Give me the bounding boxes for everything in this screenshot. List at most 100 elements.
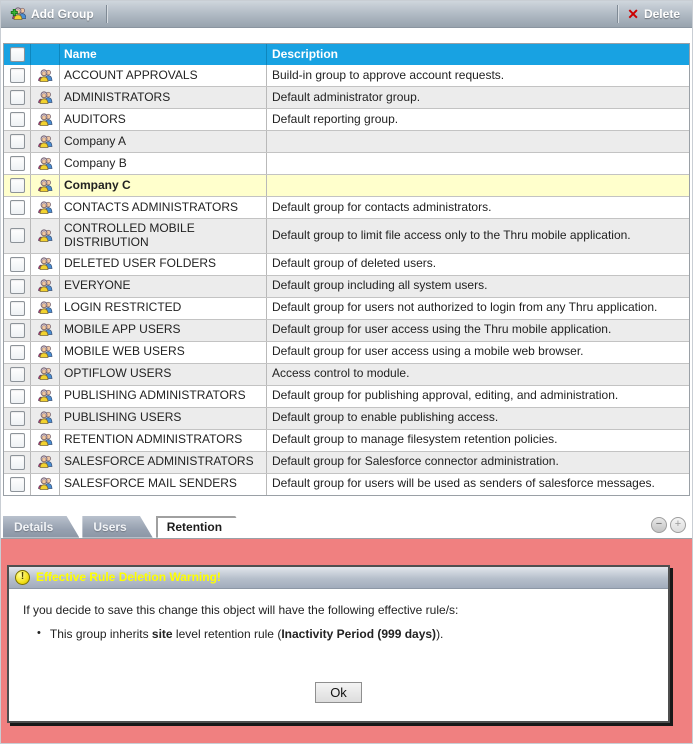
table-row[interactable]: AUDITORS Default reporting group. [4,108,689,130]
table-row[interactable]: Company C [4,174,689,196]
row-name[interactable]: AUDITORS [60,109,267,130]
group-users-icon [37,68,54,84]
select-all-checkbox[interactable] [10,47,25,62]
row-name[interactable]: ADMINISTRATORS [60,87,267,108]
table-row[interactable]: MOBILE WEB USERS Default group for user … [4,341,689,363]
row-description: Default reporting group. [267,109,689,130]
tab-retention[interactable]: Retention [156,516,248,538]
table-row[interactable]: Company B [4,152,689,174]
table-row[interactable]: MOBILE APP USERS Default group for user … [4,319,689,341]
row-checkbox[interactable] [10,345,25,360]
row-icon-cell [31,342,60,363]
row-description: Default group to enable publishing acces… [267,408,689,429]
row-checkbox-cell [4,320,31,341]
dialog-title: Effective Rule Deletion Warning! [36,570,221,584]
row-name[interactable]: PUBLISHING USERS [60,408,267,429]
row-checkbox[interactable] [10,257,25,272]
row-name[interactable]: OPTIFLOW USERS [60,364,267,385]
row-checkbox[interactable] [10,433,25,448]
row-checkbox[interactable] [10,68,25,83]
detail-tabbar: Details Users Retention − + [1,515,692,538]
table-row[interactable]: CONTROLLED MOBILE DISTRIBUTION Default g… [4,218,689,253]
row-checkbox-cell [4,65,31,86]
table-row[interactable]: SALESFORCE ADMINISTRATORS Default group … [4,451,689,473]
toolbar: Add Group ✕ Delete [1,1,692,28]
table-row[interactable]: RETENTION ADMINISTRATORS Default group t… [4,429,689,451]
row-checkbox[interactable] [10,367,25,382]
group-users-icon [37,200,54,216]
row-name[interactable]: RETENTION ADMINISTRATORS [60,430,267,451]
row-name[interactable]: Company B [60,153,267,174]
table-row[interactable]: OPTIFLOW USERS Access control to module. [4,363,689,385]
row-name[interactable]: Company A [60,131,267,152]
bullet-icon: • [37,627,41,641]
row-checkbox[interactable] [10,389,25,404]
row-name[interactable]: CONTROLLED MOBILE DISTRIBUTION [60,219,267,253]
table-row[interactable]: EVERYONE Default group including all sys… [4,275,689,297]
row-checkbox[interactable] [10,90,25,105]
row-checkbox-cell [4,254,31,275]
header-description[interactable]: Description [267,44,689,65]
row-checkbox-cell [4,276,31,297]
row-name[interactable]: MOBILE APP USERS [60,320,267,341]
row-checkbox[interactable] [10,156,25,171]
row-checkbox[interactable] [10,411,25,426]
table-row[interactable]: SALESFORCE MAIL SENDERS Default group fo… [4,473,689,495]
row-checkbox[interactable] [10,477,25,492]
row-name[interactable]: Company C [60,175,267,196]
row-name[interactable]: SALESFORCE ADMINISTRATORS [60,452,267,473]
row-description [267,131,689,152]
row-icon-cell [31,219,60,253]
tab-users[interactable]: Users [82,516,152,538]
warning-icon: ! [15,570,30,585]
row-icon-cell [31,175,60,196]
row-description: Default group to manage filesystem reten… [267,430,689,451]
row-checkbox[interactable] [10,200,25,215]
row-name[interactable]: ACCOUNT APPROVALS [60,65,267,86]
row-checkbox-cell [4,474,31,495]
dialog-titlebar: ! Effective Rule Deletion Warning! [9,567,668,589]
row-name[interactable]: DELETED USER FOLDERS [60,254,267,275]
table-row[interactable]: ACCOUNT APPROVALS Build-in group to appr… [4,65,689,86]
row-checkbox[interactable] [10,279,25,294]
row-name[interactable]: EVERYONE [60,276,267,297]
row-checkbox[interactable] [10,112,25,127]
row-checkbox-cell [4,153,31,174]
row-checkbox-cell [4,175,31,196]
row-checkbox[interactable] [10,455,25,470]
row-checkbox-cell [4,197,31,218]
row-description: Default group to limit file access only … [267,219,689,253]
minus-circle-icon[interactable]: − [651,517,667,533]
row-checkbox[interactable] [10,323,25,338]
plus-circle-icon[interactable]: + [670,517,686,533]
row-checkbox[interactable] [10,228,25,243]
table-row[interactable]: CONTACTS ADMINISTRATORS Default group fo… [4,196,689,218]
row-name[interactable]: CONTACTS ADMINISTRATORS [60,197,267,218]
row-description: Default group for publishing approval, e… [267,386,689,407]
table-row[interactable]: PUBLISHING USERS Default group to enable… [4,407,689,429]
add-group-button[interactable]: Add Group [7,4,100,24]
table-row[interactable]: DELETED USER FOLDERS Default group of de… [4,253,689,275]
tab-details[interactable]: Details [3,516,79,538]
row-checkbox[interactable] [10,178,25,193]
table-row[interactable]: Company A [4,130,689,152]
toolbar-divider-right [617,5,619,23]
row-checkbox[interactable] [10,134,25,149]
row-name[interactable]: PUBLISHING ADMINISTRATORS [60,386,267,407]
row-checkbox[interactable] [10,301,25,316]
ok-button[interactable]: Ok [315,682,362,703]
table-row[interactable]: LOGIN RESTRICTED Default group for users… [4,297,689,319]
row-name[interactable]: MOBILE WEB USERS [60,342,267,363]
row-description [267,153,689,174]
row-checkbox-cell [4,430,31,451]
panel-window-buttons: − + [651,517,686,533]
table-row[interactable]: PUBLISHING ADMINISTRATORS Default group … [4,385,689,407]
delete-button[interactable]: ✕ Delete [625,5,686,23]
header-name[interactable]: Name [60,44,267,65]
row-description: Default group including all system users… [267,276,689,297]
row-name[interactable]: LOGIN RESTRICTED [60,298,267,319]
row-name[interactable]: SALESFORCE MAIL SENDERS [60,474,267,495]
table-row[interactable]: ADMINISTRATORS Default administrator gro… [4,86,689,108]
dialog-body: If you decide to save this change this o… [9,589,668,721]
row-icon-cell [31,276,60,297]
